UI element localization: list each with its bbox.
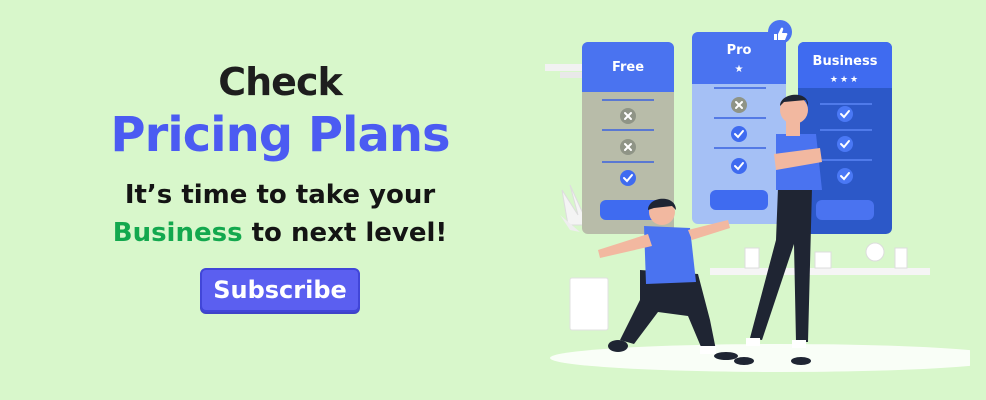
plan-name-pro: Pro <box>727 43 752 58</box>
tagline-line1: It’s time to take your <box>124 180 436 210</box>
check-icon <box>731 126 747 142</box>
shelf-frame <box>744 247 760 269</box>
heading-pricing-plans: Pricing Plans <box>110 107 450 163</box>
floating-shelf <box>710 268 930 275</box>
tagline-line2: Business to next level! <box>113 214 448 252</box>
tagline-rest: to next level! <box>242 218 448 248</box>
plan-name-business: Business <box>813 54 878 69</box>
check-icon <box>731 158 747 174</box>
illustration-scene: Free Pro ★ Business ★★★ <box>545 20 986 372</box>
shelf-clock <box>865 242 885 262</box>
check-icon <box>837 106 853 122</box>
check-icon <box>620 170 636 186</box>
check-icon <box>837 136 853 152</box>
subscribe-button[interactable]: Subscribe <box>200 268 360 312</box>
wall-shelf <box>545 64 585 71</box>
plan-stars-business: ★★★ <box>830 75 860 85</box>
thumbs-up-icon <box>768 20 792 44</box>
hero-text: Check Pricing Plans It’s time to take yo… <box>60 60 500 312</box>
cross-icon <box>620 139 636 155</box>
plan-stars-pro: ★ <box>735 64 744 75</box>
check-icon <box>837 168 853 184</box>
tagline-highlight: Business <box>112 218 243 248</box>
shelf-vase <box>894 247 908 269</box>
cross-icon <box>620 108 636 124</box>
plan-name-free: Free <box>612 60 644 75</box>
tagline: It’s time to take your Business to next … <box>113 176 448 252</box>
heading-check: Check <box>218 60 343 104</box>
pricing-illustration: Free Pro ★ Business ★★★ <box>540 20 986 380</box>
shelf-box <box>814 251 832 269</box>
cross-icon <box>731 97 747 113</box>
